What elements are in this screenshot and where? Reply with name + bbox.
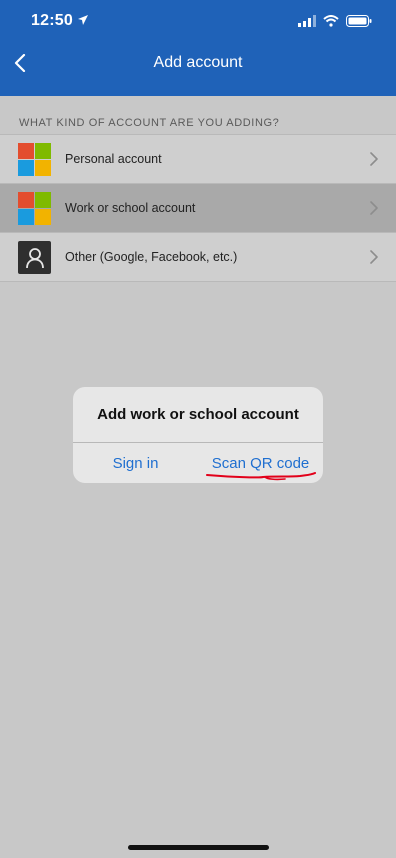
chevron-right-icon bbox=[370, 250, 378, 264]
person-icon bbox=[18, 241, 51, 274]
cellular-signal-icon bbox=[298, 15, 316, 27]
battery-icon bbox=[346, 15, 372, 27]
account-row-label: Work or school account bbox=[65, 201, 196, 215]
annotation-underline bbox=[206, 472, 316, 481]
dialog-title: Add work or school account bbox=[97, 406, 299, 423]
status-icons bbox=[298, 14, 372, 28]
account-type-content: WHAT KIND OF ACCOUNT ARE YOU ADDING? Per… bbox=[0, 96, 396, 282]
account-row-personal[interactable]: Personal account bbox=[0, 135, 396, 184]
status-time: 12:50 bbox=[31, 12, 73, 29]
account-row-work-school[interactable]: Work or school account bbox=[0, 184, 396, 233]
account-row-other[interactable]: Other (Google, Facebook, etc.) bbox=[0, 233, 396, 282]
sign-in-button[interactable]: Sign in bbox=[73, 443, 198, 483]
chevron-right-icon bbox=[370, 152, 378, 166]
wifi-icon bbox=[323, 15, 339, 27]
home-indicator bbox=[128, 845, 269, 850]
page-title: Add account bbox=[153, 54, 243, 71]
account-row-label: Personal account bbox=[65, 152, 162, 166]
microsoft-logo-icon bbox=[18, 143, 51, 176]
account-type-list: Personal account Work or school account bbox=[0, 134, 396, 282]
section-header: WHAT KIND OF ACCOUNT ARE YOU ADDING? bbox=[19, 117, 280, 129]
microsoft-logo-icon bbox=[18, 192, 51, 225]
add-work-account-dialog: Add work or school account Sign in Scan … bbox=[73, 387, 323, 483]
chevron-right-icon bbox=[370, 201, 378, 215]
location-arrow-icon bbox=[78, 15, 88, 25]
account-row-label: Other (Google, Facebook, etc.) bbox=[65, 250, 238, 264]
top-bar: 12:50 Add account bbox=[0, 0, 396, 96]
